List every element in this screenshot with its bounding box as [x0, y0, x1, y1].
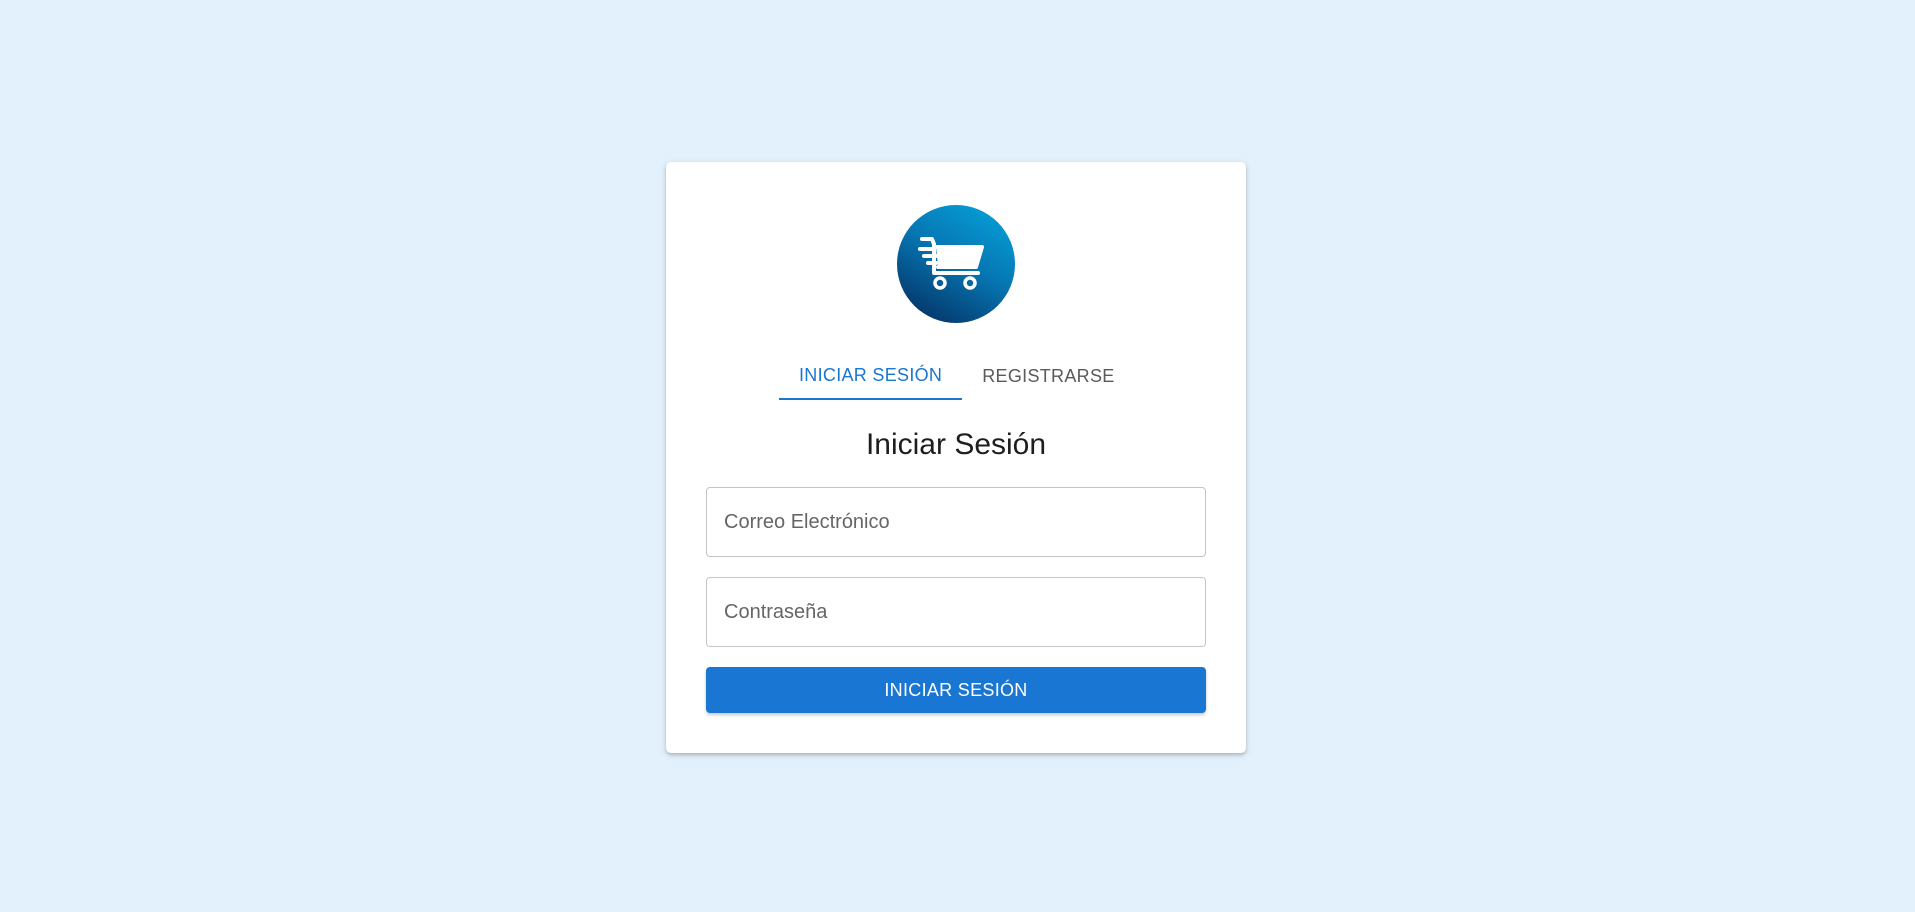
password-field-container: [706, 577, 1206, 647]
tab-login[interactable]: INICIAR SESIÓN: [779, 352, 963, 400]
app-logo: [897, 205, 1015, 323]
auth-tabs: INICIAR SESIÓN REGISTRARSE: [779, 352, 1135, 400]
login-button[interactable]: INICIAR SESIÓN: [706, 667, 1206, 713]
form-title: Iniciar Sesión: [865, 428, 1047, 461]
email-field-container: [706, 487, 1206, 557]
shopping-cart-icon: [918, 237, 984, 290]
email-field[interactable]: [707, 488, 1205, 556]
tab-register[interactable]: REGISTRARSE: [962, 352, 1134, 400]
password-field[interactable]: [707, 578, 1205, 646]
login-card: INICIAR SESIÓN REGISTRARSE Iniciar Sesió…: [666, 162, 1246, 753]
